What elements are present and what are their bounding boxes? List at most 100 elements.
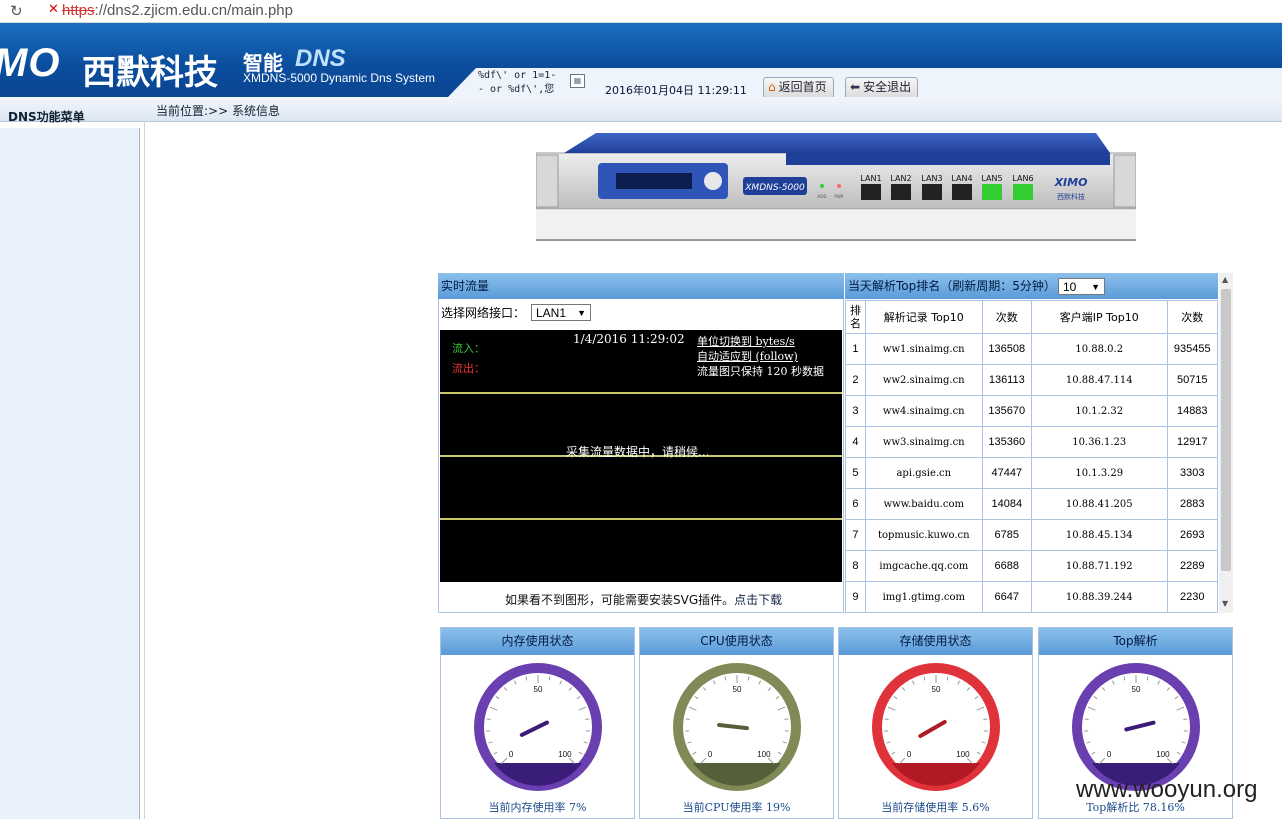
gauge-title: 存储使用状态 <box>839 628 1032 655</box>
rank-cell: 2 <box>845 364 866 396</box>
gauge-dial: 0 50 100 <box>673 663 801 791</box>
auto-fit-link[interactable]: 自动适应到 (follow) <box>697 348 798 364</box>
top-count-select[interactable]: 10 ▼ <box>1058 278 1105 295</box>
download-link[interactable]: 点击下载 <box>734 593 782 607</box>
rank-cell: 8 <box>845 550 866 582</box>
record-cell: ww4.sinaimg.cn <box>864 395 983 427</box>
gauge-tick-label: 100 <box>1156 750 1170 759</box>
col-ip-count: 次数 <box>1166 300 1219 334</box>
ip-count-cell: 2883 <box>1166 488 1219 520</box>
rank-cell: 1 <box>845 333 866 365</box>
interface-select[interactable]: LAN1 ▼ <box>531 304 591 321</box>
table-row: 6 www.baidu.com 14084 10.88.41.205 2883 <box>845 488 1219 520</box>
gauge-tick-label: 100 <box>956 750 970 759</box>
ip-count-cell: 935455 <box>1166 333 1219 365</box>
rank-cell: 4 <box>845 426 866 458</box>
client-ip-cell: 10.88.45.134 <box>1030 519 1168 551</box>
record-cell: topmusic.kuwo.cn <box>864 519 983 551</box>
gauge-tick <box>585 718 590 720</box>
client-ip-cell: 10.88.39.244 <box>1030 581 1168 613</box>
table-row: 4 ww3.sinaimg.cn 135360 10.36.1.23 12917 <box>845 426 1219 458</box>
app-header: MO 西默科技 智能 DNS XMDNS-5000 Dynamic Dns Sy… <box>0 23 1282 97</box>
logo-mark: MO <box>0 41 61 85</box>
chevron-down-icon: ▼ <box>1091 282 1100 292</box>
record-count-cell: 6688 <box>981 550 1032 582</box>
gauge-tick <box>1183 718 1188 720</box>
svg-plugin-note: 如果看不到图形，可能需要安装SVG插件。点击下载 <box>505 593 783 607</box>
table-scrollbar[interactable]: ▲ ▼ <box>1219 273 1233 613</box>
unit-switch-link[interactable]: 单位切换到 bytes/s <box>697 333 795 349</box>
ip-count-cell: 2230 <box>1166 581 1219 613</box>
url-text[interactable]: https://dns2.zjicm.edu.cn/main.php <box>62 2 293 19</box>
ip-count-cell: 3303 <box>1166 457 1219 489</box>
record-cell: imgcache.qq.com <box>864 550 983 582</box>
rank-cell: 3 <box>845 395 866 427</box>
logo-dns: DNS <box>295 45 346 72</box>
gauge-footer: 当前存储使用率 5.6% <box>881 801 990 814</box>
table-header-row: 排名 解析记录 Top10 次数 客户端IP Top10 次数 <box>845 300 1219 334</box>
ip-count-cell: 14883 <box>1166 395 1219 427</box>
reload-icon[interactable]: ↻ <box>10 2 23 20</box>
svg-text:西默科技: 西默科技 <box>1057 192 1085 201</box>
svg-text:LAN6: LAN6 <box>1012 174 1033 183</box>
top-ranking-table: 排名 解析记录 Top10 次数 客户端IP Top10 次数 1 ww1.sin… <box>845 300 1219 613</box>
device-image: XMDNS-5000 HDD PWR LAN1 LAN2 LAN3 LAN4 L… <box>536 133 1136 241</box>
record-count-cell: 136113 <box>981 364 1032 396</box>
svg-text:LAN4: LAN4 <box>951 174 972 183</box>
record-cell: img1.gtimg.com <box>864 581 983 613</box>
keep-data-note: 流量图只保持 120 秒数据 <box>697 365 824 378</box>
logout-button[interactable]: ⬅ 安全退出 <box>845 77 919 97</box>
svg-text:LAN1: LAN1 <box>860 174 881 183</box>
logo-subtitle: XMDNS-5000 Dynamic Dns System <box>243 71 436 85</box>
record-count-cell: 6785 <box>981 519 1032 551</box>
col-record: 解析记录 Top10 <box>864 300 983 334</box>
rank-cell: 7 <box>845 519 866 551</box>
col-client-ip: 客户端IP Top10 <box>1030 300 1168 334</box>
graph-gridline <box>440 518 842 520</box>
gauge-tick <box>784 718 789 720</box>
divider <box>144 121 145 819</box>
client-ip-cell: 10.36.1.23 <box>1030 426 1168 458</box>
breadcrumb: 当前位置:>> 系统信息 <box>156 104 280 118</box>
traffic-panel-title: 实时流量 <box>438 273 844 299</box>
gauge-title: 内存使用状态 <box>441 628 634 655</box>
interface-select-label: 选择网络接口： <box>441 306 526 320</box>
record-count-cell: 136508 <box>981 333 1032 365</box>
client-ip-cell: 10.88.47.114 <box>1030 364 1168 396</box>
home-button[interactable]: ⌂ 返回首页 <box>763 77 834 97</box>
gauge-card: CPU使用状态 0 50 100 当前CPU使用率 19% <box>639 627 834 819</box>
gauge-tick-label: 0 <box>509 750 514 759</box>
scroll-up-icon[interactable]: ▲ <box>1222 275 1228 284</box>
top-ranking-title: 当天解析Top排名（刷新周期：5分钟） <box>845 273 1218 299</box>
current-user: %df\' or 1=1- - or %df\',您 <box>478 70 557 95</box>
table-row: 2 ww2.sinaimg.cn 136113 10.88.47.114 50715 <box>845 364 1219 396</box>
home-icon: ⌂ <box>768 80 776 94</box>
table-row: 5 api.gsie.cn 47447 10.1.3.29 3303 <box>845 457 1219 489</box>
scrollbar-thumb[interactable] <box>1221 289 1231 571</box>
table-row: 1 ww1.sinaimg.cn 136508 10.88.0.2 935455 <box>845 333 1219 365</box>
gauge-tick-label: 100 <box>757 750 771 759</box>
gauge-tick-label: 100 <box>558 750 572 759</box>
record-count-cell: 6647 <box>981 581 1032 613</box>
client-ip-cell: 10.88.41.205 <box>1030 488 1168 520</box>
gauge-title: CPU使用状态 <box>640 628 833 655</box>
rank-cell: 6 <box>845 488 866 520</box>
header-datetime: 2016年01月04日 11:29:11 <box>605 84 747 97</box>
scroll-down-icon[interactable]: ▼ <box>1222 599 1228 608</box>
gauge-title: Top解析 <box>1039 628 1232 655</box>
chevron-down-icon: ▼ <box>577 308 586 318</box>
gauge-card: 存储使用状态 0 50 100 当前存储使用率 5.6% <box>838 627 1033 819</box>
record-count-cell: 47447 <box>981 457 1032 489</box>
watermark: www.wooyun.org <box>1076 776 1258 803</box>
ip-count-cell: 2289 <box>1166 550 1219 582</box>
record-count-cell: 135670 <box>981 395 1032 427</box>
ip-count-cell: 50715 <box>1166 364 1219 396</box>
table-row: 3 ww4.sinaimg.cn 135670 10.1.2.32 14883 <box>845 395 1219 427</box>
traffic-graph: 流入： 流出： 1/4/2016 11:29:02 单位切换到 bytes/s … <box>440 330 842 582</box>
gauge-dial: 0 50 100 <box>474 663 602 791</box>
gauge-card: 内存使用状态 0 50 100 当前内存使用率 7% <box>440 627 635 819</box>
back-arrow-icon: ⬅ <box>850 80 861 94</box>
browser-address-bar[interactable]: ↻ ✕ https://dns2.zjicm.edu.cn/main.php <box>0 0 1282 23</box>
gauge-footer: 当前CPU使用率 19% <box>682 801 791 814</box>
gauge-tick-label: 50 <box>932 685 941 694</box>
